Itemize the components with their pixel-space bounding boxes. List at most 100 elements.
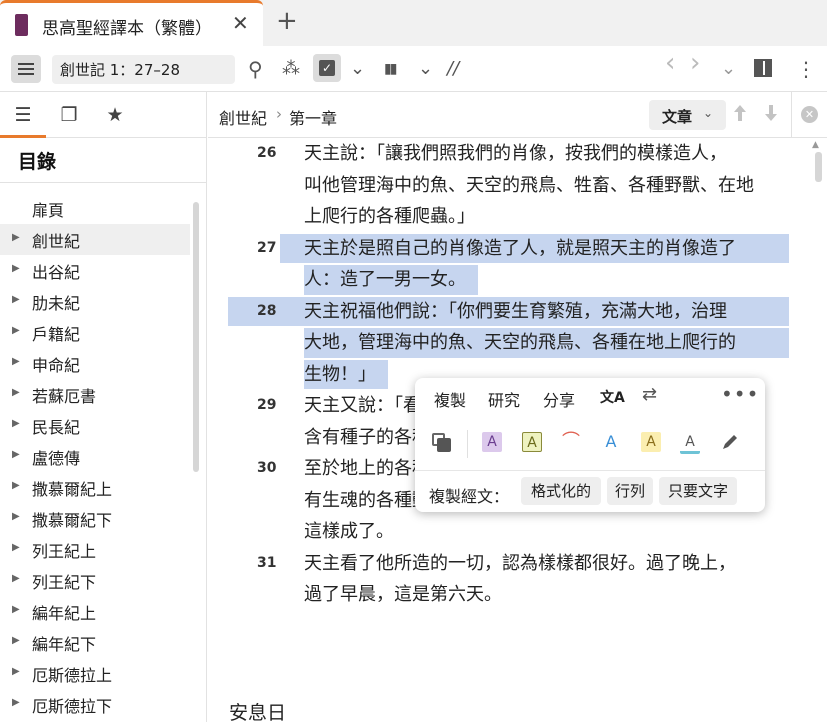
toc-item-label: 申命紀 <box>32 356 81 375</box>
highlight-yellow-icon[interactable]: A <box>641 432 661 452</box>
verse-number[interactable]: 26 <box>257 145 276 161</box>
toc-item[interactable]: ▶ 盧德傳 <box>0 441 190 472</box>
verse[interactable]: 27 天主於是照自己的肖像造了人，就是照天主的肖像造了 人：造了一男一女。 <box>208 233 827 296</box>
reference-input[interactable] <box>52 55 235 84</box>
visual-filter-icon[interactable]: ⁂ <box>282 59 300 79</box>
toc-item[interactable]: ▶ 編年紀上 <box>0 596 190 627</box>
expand-arrow-icon[interactable]: ▶ <box>12 542 20 553</box>
breadcrumb-book[interactable]: 創世紀 <box>219 105 267 129</box>
toc-item[interactable]: ▶ 列王紀上 <box>0 534 190 565</box>
translate-icon[interactable]: 文A <box>600 387 625 407</box>
expand-arrow-icon[interactable]: ▶ <box>12 449 20 460</box>
sidebar-tabs: ☰ ❐ ★ <box>0 92 207 138</box>
highlight-purple-icon[interactable]: A <box>482 432 502 452</box>
expand-arrow-icon[interactable]: ▶ <box>12 635 20 646</box>
table-of-contents-tab[interactable]: ☰ <box>0 92 46 138</box>
sidebar-scrollbar[interactable] <box>193 202 199 472</box>
close-icon[interactable]: ✕ <box>232 11 249 35</box>
research-button[interactable]: 研究 <box>488 387 520 411</box>
expand-arrow-icon[interactable]: ▶ <box>12 387 20 398</box>
toc-item[interactable]: ▶ 編年紀下 <box>0 627 190 658</box>
interlinear-button[interactable]: // <box>447 59 459 79</box>
hamburger-icon-bar <box>18 68 34 70</box>
visual-filter-toggle[interactable]: ✓ <box>313 54 341 82</box>
favorites-tab[interactable]: ★ <box>92 92 138 138</box>
toc-item[interactable]: ▶ 申命紀 <box>0 348 190 379</box>
more-options-icon[interactable]: ⋮ <box>796 59 816 79</box>
expand-arrow-icon[interactable]: ▶ <box>12 604 20 615</box>
toc-item-label: 列王紀上 <box>32 542 97 561</box>
divider <box>791 92 792 138</box>
toc-item[interactable]: ▶ 撒慕爾紀下 <box>0 503 190 534</box>
toc-item[interactable]: ▶ 若蘇厄書 <box>0 379 190 410</box>
copies-icon[interactable] <box>431 432 453 452</box>
expand-arrow-icon[interactable]: ▶ <box>12 480 20 491</box>
chevron-down-icon[interactable]: ⌄ <box>350 59 365 79</box>
more-icon[interactable]: ••• <box>721 382 759 406</box>
back-icon[interactable]: ‹ <box>665 50 675 76</box>
expand-arrow-icon[interactable]: ▶ <box>12 573 20 584</box>
expand-arrow-icon[interactable]: ▶ <box>12 294 20 305</box>
chevron-down-icon[interactable]: ⌄ <box>721 59 736 79</box>
copy-formatted-button[interactable]: 格式化的 <box>521 477 601 505</box>
highlight-blue-text-icon[interactable]: A <box>601 432 621 452</box>
toc-item[interactable]: ▶ 厄斯德拉上 <box>0 658 190 689</box>
layout-icon[interactable] <box>754 59 772 77</box>
forward-icon[interactable]: › <box>690 50 700 76</box>
menu-button[interactable] <box>11 55 41 83</box>
toc-item-label: 民長紀 <box>32 418 81 437</box>
toc-item-label: 撒慕爾紀下 <box>32 511 113 530</box>
verse-number[interactable]: 29 <box>257 397 276 413</box>
toc-item-label: 盧德傳 <box>32 449 81 468</box>
clear-icon[interactable]: ✕ <box>801 106 818 123</box>
breadcrumb-chapter[interactable]: 第一章 <box>289 105 337 129</box>
verse[interactable]: 26 天主說：「讓我們照我們的肖像，按我們的模樣造人， 叫他管理海中的魚、天空的飛鳥… <box>208 138 827 233</box>
highlight-underline-icon[interactable]: A <box>680 432 700 454</box>
copy-lines-button[interactable]: 行列 <box>607 477 653 505</box>
verse-text-line: 這樣成了。 <box>304 521 394 542</box>
highlight-arc-icon[interactable]: ⌒ <box>561 432 581 452</box>
copy-button[interactable]: 複製 <box>434 387 466 411</box>
chevron-down-icon[interactable]: ⌄ <box>418 59 433 79</box>
parallel-resources-icon[interactable]: ▮▮ <box>384 59 397 79</box>
verse-number[interactable]: 31 <box>257 555 276 571</box>
copy-text-only-button[interactable]: 只要文字 <box>659 477 737 505</box>
toc-item[interactable]: ▶ 撒慕爾紀上 <box>0 472 190 503</box>
tab-strip: 思高聖經譯本（繁體） ✕ + <box>0 0 827 46</box>
expand-arrow-icon[interactable]: ▶ <box>12 511 20 522</box>
next-result-icon[interactable] <box>764 104 778 127</box>
search-icon[interactable]: ⚲ <box>248 59 263 79</box>
toc-item[interactable]: ▶ 厄斯德拉下 <box>0 689 190 720</box>
toc-item[interactable]: 扉頁 <box>0 193 190 224</box>
toc-item[interactable]: ▶ 出谷紀 <box>0 255 190 286</box>
expand-arrow-icon[interactable]: ▶ <box>12 325 20 336</box>
previous-result-icon[interactable] <box>733 104 747 127</box>
highlight-box-icon[interactable]: A <box>522 432 542 452</box>
toc-item[interactable]: ▶ 肋未紀 <box>0 286 190 317</box>
toc-item[interactable]: ▶ 創世紀 <box>0 224 190 255</box>
copies-tab[interactable]: ❐ <box>46 92 92 138</box>
view-type-select[interactable]: 文章 ⌄ <box>649 100 726 130</box>
tab-bible-translation[interactable]: 思高聖經譯本（繁體） ✕ <box>0 0 263 46</box>
toc-item[interactable]: ▶ 列王紀下 <box>0 565 190 596</box>
verse-number[interactable]: 28 <box>257 303 276 319</box>
toc-list: 扉頁 ▶ 創世紀 ▶ 出谷紀 ▶ 肋未紀 ▶ 戶籍紀 ▶ 申命紀 ▶ 若蘇厄書 ▶ 民長紀 ▶ 盧德傳 ▶ 撒慕爾紀… <box>0 193 190 720</box>
share-button[interactable]: 分享 <box>543 387 575 411</box>
verse-text-line: 叫他管理海中的魚、天空的飛鳥、牲畜、各種野獸、在地 <box>304 174 754 196</box>
expand-arrow-icon[interactable]: ▶ <box>12 666 20 677</box>
toc-item-label: 出谷紀 <box>32 263 81 282</box>
pen-icon[interactable] <box>720 432 740 452</box>
swap-icon[interactable]: ⇄ <box>642 384 657 405</box>
expand-arrow-icon[interactable]: ▶ <box>12 263 20 274</box>
expand-arrow-icon[interactable]: ▶ <box>12 697 20 708</box>
toc-item[interactable]: ▶ 戶籍紀 <box>0 317 190 348</box>
expand-arrow-icon[interactable]: ▶ <box>12 232 20 243</box>
verse-number[interactable]: 30 <box>257 460 276 476</box>
new-tab-button[interactable]: + <box>276 6 298 36</box>
expand-arrow-icon[interactable]: ▶ <box>12 356 20 367</box>
verse[interactable]: 28 天主祝福他們說：「你們要生育繁殖，充滿大地，治理 大地，管理海中的魚、天空的飛… <box>208 296 827 391</box>
toc-item[interactable]: ▶ 民長紀 <box>0 410 190 441</box>
verse-number[interactable]: 27 <box>257 240 276 256</box>
expand-arrow-icon[interactable]: ▶ <box>12 418 20 429</box>
verse[interactable]: 31 天主看了他所造的一切，認為樣樣都很好。過了晚上， 過了早晨，這是第六天。 <box>208 548 827 611</box>
